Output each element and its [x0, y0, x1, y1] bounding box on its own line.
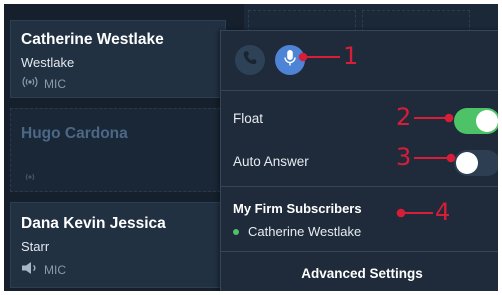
- auto-answer-label: Auto Answer: [233, 154, 309, 169]
- toggle-section: Float Auto Answer: [221, 91, 498, 187]
- contact-card[interactable]: Catherine Westlake Westlake MIC: [10, 20, 226, 98]
- float-label: Float: [233, 111, 264, 126]
- contact-mic-status: [21, 171, 39, 186]
- advanced-settings-button[interactable]: Advanced Settings: [221, 252, 498, 291]
- speaker-icon: [21, 261, 39, 278]
- toggle-knob: [456, 152, 478, 174]
- contact-list: Catherine Westlake Westlake MIC Hugo Car…: [4, 4, 236, 291]
- contact-name: Dana Kevin Jessica: [21, 215, 166, 232]
- microphone-icon: [283, 49, 297, 72]
- broadcast-icon: [21, 76, 39, 91]
- contact-name: Catherine Westlake: [21, 31, 164, 48]
- contact-mic-status: MIC: [21, 76, 66, 91]
- phone-icon: [242, 50, 258, 71]
- subscriber-name: Catherine Westlake: [248, 224, 362, 239]
- contact-subtitle: Westlake: [21, 55, 75, 70]
- contact-name: Hugo Cardona: [21, 125, 128, 142]
- settings-popover: Float Auto Answer My Firm Subscribers Ca…: [220, 30, 498, 291]
- subscriber-item[interactable]: Catherine Westlake: [233, 224, 361, 239]
- contact-mic-status: MIC: [21, 261, 66, 278]
- contact-card[interactable]: Dana Kevin Jessica Starr MIC: [10, 202, 226, 288]
- advanced-settings-section: Advanced Settings: [221, 252, 498, 291]
- empty-slot: [248, 10, 356, 32]
- call-controls: [221, 31, 498, 91]
- subscribers-title: My Firm Subscribers: [233, 201, 362, 216]
- online-status-dot: [233, 228, 239, 235]
- toggle-knob: [476, 110, 498, 132]
- empty-slot: [362, 10, 470, 32]
- auto-answer-toggle[interactable]: [454, 150, 498, 176]
- phone-button[interactable]: [235, 45, 265, 75]
- mic-label: MIC: [44, 262, 66, 277]
- contact-subtitle: Starr: [21, 239, 50, 254]
- microphone-button[interactable]: [275, 45, 305, 75]
- mic-label: MIC: [44, 76, 66, 91]
- broadcast-icon: [21, 171, 39, 186]
- subscribers-section: My Firm Subscribers Catherine Westlake: [221, 187, 498, 252]
- app-window: Catherine Westlake Westlake MIC Hugo Car…: [4, 4, 498, 291]
- contact-card[interactable]: Hugo Cardona: [10, 108, 226, 192]
- float-toggle[interactable]: [454, 108, 498, 134]
